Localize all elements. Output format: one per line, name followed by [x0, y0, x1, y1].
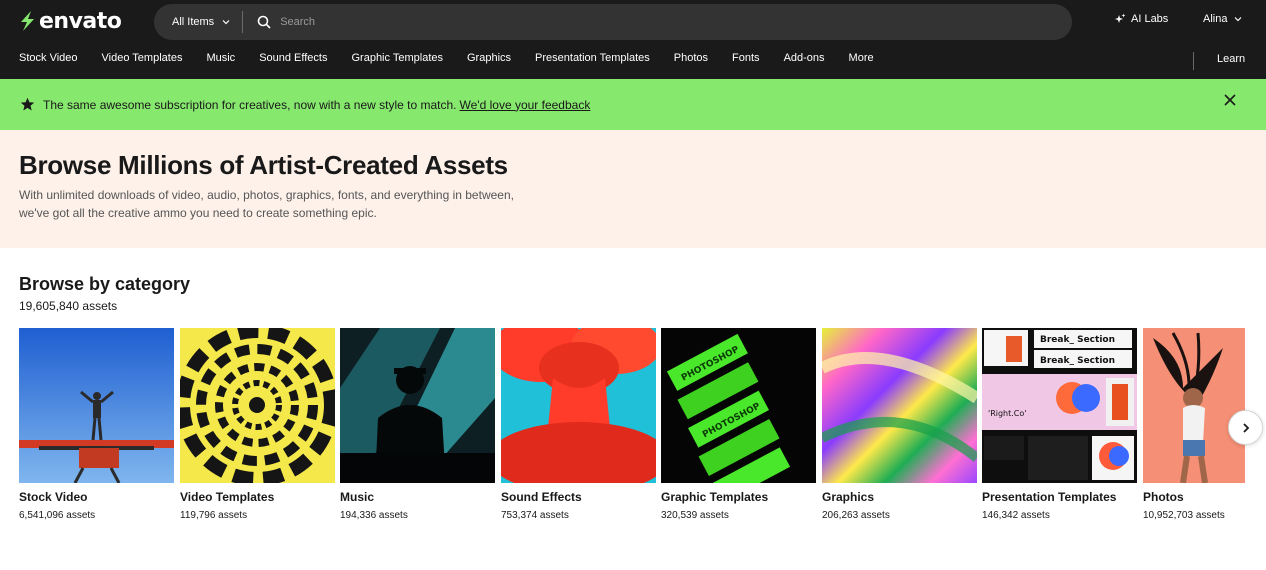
- category-thumbnail: [501, 328, 656, 483]
- category-name: Music: [340, 490, 375, 504]
- category-card-graphic-templates[interactable]: PHOTOSHOP PHOTOSHOP Graphic Templates 32…: [661, 328, 816, 538]
- category-thumbnail: [340, 328, 495, 483]
- browse-category-section: Browse by category 19,605,840 assets Sto…: [0, 248, 1266, 570]
- category-card-sound-effects[interactable]: Sound Effects 753,374 assets: [501, 328, 656, 538]
- category-asset-count: 320,539 assets: [661, 510, 729, 521]
- category-name: Graphic Templates: [661, 490, 769, 504]
- nav-item-fonts[interactable]: Fonts: [732, 52, 760, 68]
- category-name: Presentation Templates: [982, 490, 1117, 504]
- ai-labs-link[interactable]: AI Labs: [1114, 13, 1168, 25]
- feedback-link[interactable]: We'd love your feedback: [460, 98, 591, 112]
- close-icon[interactable]: [1224, 94, 1236, 106]
- total-asset-count: 19,605,840 assets: [19, 299, 118, 313]
- learn-link[interactable]: Learn: [1217, 53, 1245, 65]
- search-scope-label: All Items: [172, 16, 215, 28]
- nav-item-presentation-templates[interactable]: Presentation Templates: [535, 52, 650, 68]
- category-name: Video Templates: [180, 490, 275, 504]
- category-asset-count: 10,952,703 assets: [1143, 510, 1225, 521]
- section-title: Browse by category: [19, 274, 191, 294]
- category-asset-count: 119,796 assets: [180, 510, 248, 521]
- nav-item-stock-video[interactable]: Stock Video: [19, 52, 78, 68]
- chevron-down-icon: [1235, 17, 1242, 22]
- category-card-presentation-templates[interactable]: Break_ Section Break_ Section 'Right.Co': [982, 328, 1137, 538]
- category-asset-count: 6,541,096 assets: [19, 510, 96, 521]
- nav-item-photos[interactable]: Photos: [674, 52, 708, 68]
- category-carousel: Stock Video 6,541,096 assets Video Templ…: [19, 328, 1245, 538]
- break-section-label: Break_ Section: [1040, 356, 1115, 366]
- search-input[interactable]: [280, 16, 1072, 28]
- search-icon: [257, 15, 271, 29]
- announcement-banner: The same awesome subscription for creati…: [0, 79, 1266, 130]
- category-card-graphics[interactable]: Graphics 206,263 assets: [822, 328, 977, 538]
- photos-thumbnail: [1143, 328, 1245, 483]
- page-title: Browse Millions of Artist-Created Assets: [19, 150, 508, 180]
- nav-item-graphic-templates[interactable]: Graphic Templates: [351, 52, 443, 68]
- user-menu[interactable]: Alina: [1203, 13, 1242, 25]
- right-co-label: 'Right.Co': [988, 409, 1027, 418]
- category-nav: Stock Video Video Templates Music Sound …: [0, 52, 898, 68]
- stock-video-thumbnail: [19, 328, 174, 483]
- chevron-right-icon: [1242, 422, 1249, 433]
- video-templates-thumbnail: [180, 328, 335, 483]
- star-icon: [20, 97, 35, 111]
- category-card-music[interactable]: Music 194,336 assets: [340, 328, 495, 538]
- nav-item-graphics[interactable]: Graphics: [467, 52, 511, 68]
- logo-text: envato: [39, 8, 122, 34]
- nav-item-video-templates[interactable]: Video Templates: [102, 52, 183, 68]
- graphics-thumbnail: [822, 328, 977, 483]
- category-asset-count: 194,336 assets: [340, 510, 408, 521]
- category-card-video-templates[interactable]: Video Templates 119,796 assets: [180, 328, 335, 538]
- nav-item-more[interactable]: More: [849, 52, 874, 68]
- announcement-text: The same awesome subscription for creati…: [43, 97, 457, 112]
- carousel-next-button[interactable]: [1228, 410, 1263, 445]
- category-asset-count: 146,342 assets: [982, 510, 1050, 521]
- sound-effects-thumbnail: [501, 328, 656, 483]
- category-thumbnail: [180, 328, 335, 483]
- music-thumbnail: [340, 328, 495, 483]
- nav-item-sound-effects[interactable]: Sound Effects: [259, 52, 327, 68]
- category-thumbnail: PHOTOSHOP PHOTOSHOP: [661, 328, 816, 483]
- nav-divider: [1193, 52, 1194, 70]
- category-name: Sound Effects: [501, 490, 582, 504]
- category-name: Graphics: [822, 490, 875, 504]
- user-name: Alina: [1203, 13, 1228, 25]
- presentation-templates-thumbnail: Break_ Section Break_ Section 'Right.Co': [982, 328, 1137, 483]
- category-thumbnail: [822, 328, 977, 483]
- chevron-down-icon: [222, 20, 230, 25]
- hero-subtitle-line-2: we've got all the creative ammo you need…: [19, 206, 377, 220]
- category-thumbnail: [1143, 328, 1245, 483]
- hero-subtitle-line-1: With unlimited downloads of video, audio…: [19, 188, 514, 202]
- category-thumbnail: [19, 328, 174, 483]
- sparkle-icon: [1115, 13, 1126, 23]
- search-bar: All Items: [154, 4, 1072, 40]
- hero-subtitle: With unlimited downloads of video, audio…: [19, 186, 559, 222]
- nav-item-add-ons[interactable]: Add-ons: [784, 52, 825, 68]
- ai-labs-label: AI Labs: [1131, 13, 1169, 25]
- category-card-stock-video[interactable]: Stock Video 6,541,096 assets: [19, 328, 174, 538]
- category-name: Photos: [1143, 490, 1184, 504]
- break-section-label: Break_ Section: [1040, 335, 1115, 345]
- category-asset-count: 753,374 assets: [501, 510, 569, 521]
- category-thumbnail: Break_ Section Break_ Section 'Right.Co': [982, 328, 1137, 483]
- top-header: envato All Items AI Labs Alina Stock Vid…: [0, 0, 1266, 79]
- envato-logo[interactable]: envato: [18, 8, 122, 34]
- category-asset-count: 206,263 assets: [822, 510, 890, 521]
- envato-leaf-icon: [21, 11, 34, 31]
- hero-section: Browse Millions of Artist-Created Assets…: [0, 130, 1266, 248]
- search-scope-dropdown[interactable]: All Items: [154, 11, 244, 33]
- graphic-templates-thumbnail: PHOTOSHOP PHOTOSHOP: [661, 328, 816, 483]
- nav-item-music[interactable]: Music: [206, 52, 235, 68]
- category-name: Stock Video: [19, 490, 88, 504]
